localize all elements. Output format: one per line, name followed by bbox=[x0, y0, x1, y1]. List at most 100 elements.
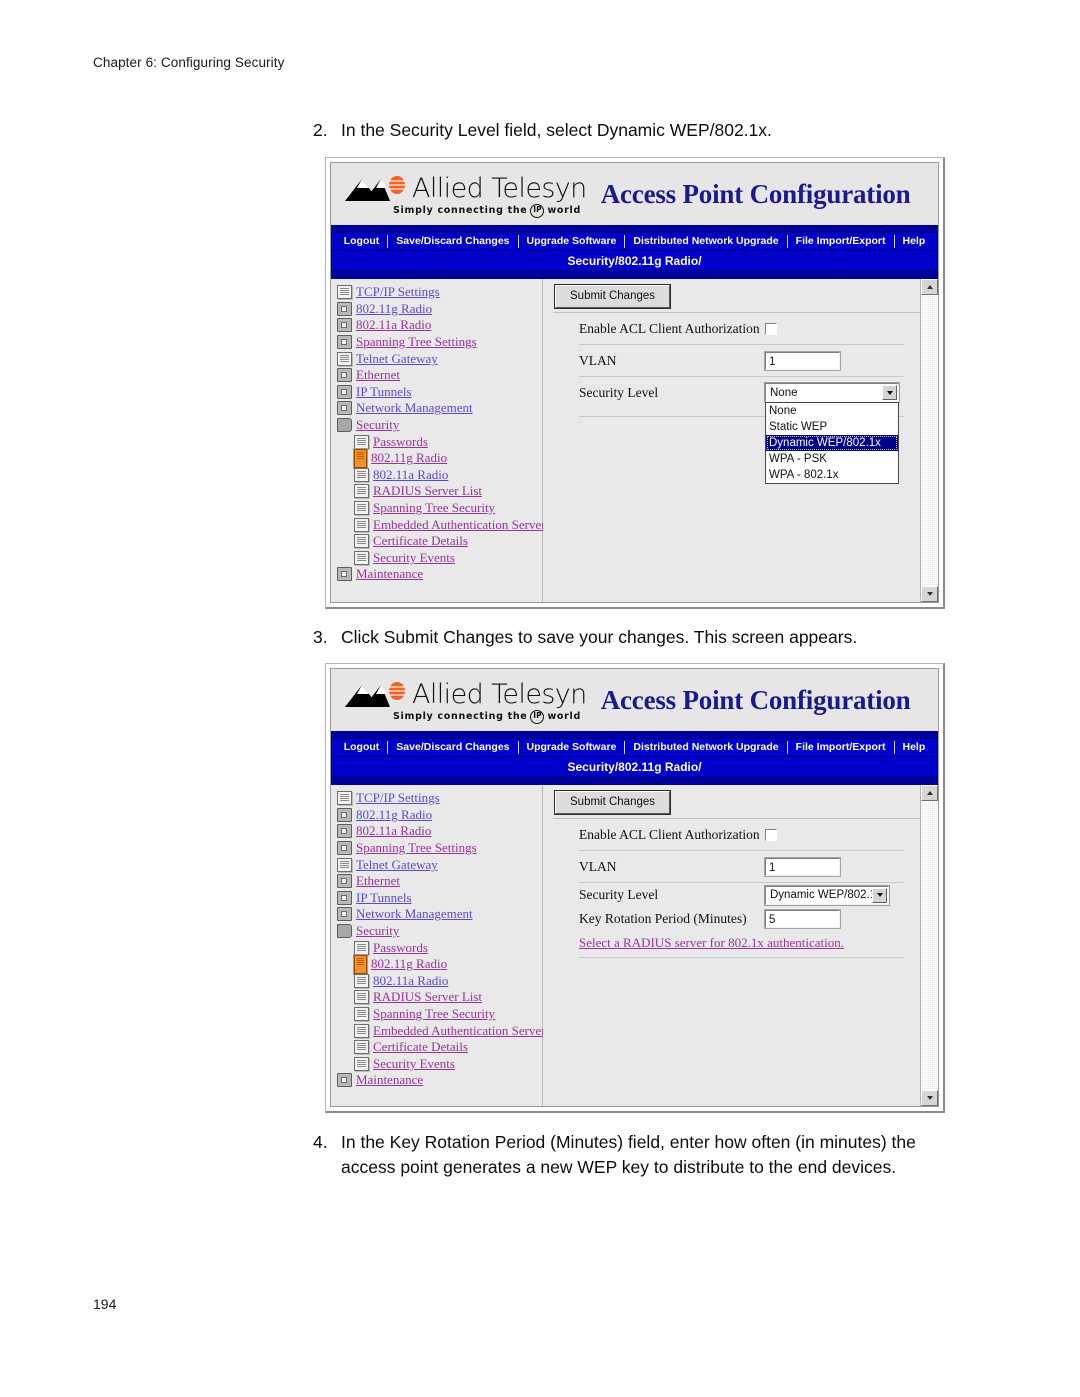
sidebar-link[interactable]: Certificate Details bbox=[373, 533, 468, 549]
sidebar-link[interactable]: 802.11g Radio bbox=[356, 301, 432, 317]
menu-item-distributed-network-upgrade[interactable]: Distributed Network Upgrade bbox=[625, 233, 786, 250]
key-rotation-input[interactable]: 5 bbox=[764, 909, 841, 929]
sidebar-item-maintenance[interactable]: Maintenance bbox=[337, 1072, 542, 1089]
menu-item-help[interactable]: Help bbox=[895, 739, 934, 756]
sidebar-link[interactable]: 802.11g Radio bbox=[371, 956, 447, 972]
option-dynamic-wep-8021x[interactable]: Dynamic WEP/802.1x bbox=[766, 435, 898, 451]
vlan-input[interactable]: 1 bbox=[764, 350, 841, 371]
sidebar-item-ethernet[interactable]: Ethernet bbox=[337, 367, 542, 384]
sidebar-link[interactable]: 802.11a Radio bbox=[356, 317, 431, 333]
vertical-scrollbar[interactable] bbox=[920, 279, 938, 602]
sidebar-item-ip-tunnels[interactable]: IP Tunnels bbox=[337, 890, 542, 907]
sidebar-item-security-80211a-radio[interactable]: 802.11a Radio bbox=[337, 973, 542, 990]
sidebar-link[interactable]: IP Tunnels bbox=[356, 890, 412, 906]
sidebar-item-spanning-tree-security[interactable]: Spanning Tree Security bbox=[337, 1006, 542, 1023]
sidebar-link[interactable]: Security bbox=[356, 923, 399, 939]
sidebar-link[interactable]: Maintenance bbox=[356, 1072, 423, 1088]
sidebar-item-80211g-radio[interactable]: 802.11g Radio bbox=[337, 807, 542, 824]
sidebar-link[interactable]: RADIUS Server List bbox=[373, 989, 482, 1005]
acl-checkbox[interactable] bbox=[765, 828, 777, 841]
sidebar-link[interactable]: 802.11a Radio bbox=[373, 467, 448, 483]
sidebar-item-maintenance[interactable]: Maintenance bbox=[337, 566, 542, 583]
sidebar-link[interactable]: TCP/IP Settings bbox=[356, 790, 440, 806]
sidebar-item-radius-server-list[interactable]: RADIUS Server List bbox=[337, 483, 542, 500]
sidebar-item-embedded-authentication-server[interactable]: Embedded Authentication Server bbox=[337, 516, 546, 533]
sidebar-item-telnet-gateway[interactable]: Telnet Gateway bbox=[337, 856, 542, 873]
sidebar-link[interactable]: 802.11g Radio bbox=[356, 807, 432, 823]
sidebar-link[interactable]: TCP/IP Settings bbox=[356, 284, 440, 300]
menu-item-logout[interactable]: Logout bbox=[336, 739, 388, 756]
sidebar-link[interactable]: Embedded Authentication Server bbox=[373, 1023, 546, 1039]
option-none[interactable]: None bbox=[766, 403, 898, 419]
sidebar-link[interactable]: Spanning Tree Security bbox=[373, 500, 495, 516]
submit-changes-button[interactable]: Submit Changes bbox=[553, 284, 672, 309]
sidebar-link[interactable]: Spanning Tree Settings bbox=[356, 334, 477, 350]
scroll-down-icon[interactable] bbox=[921, 1090, 938, 1106]
sidebar-item-ethernet[interactable]: Ethernet bbox=[337, 873, 542, 890]
sidebar-item-network-management[interactable]: Network Management bbox=[337, 906, 542, 923]
sidebar-item-security[interactable]: Security bbox=[337, 417, 542, 434]
security-level-dropdown-list[interactable]: None Static WEP Dynamic WEP/802.1x WPA -… bbox=[765, 402, 899, 484]
sidebar-item-tcp-ip-settings[interactable]: TCP/IP Settings bbox=[337, 284, 542, 301]
security-level-select[interactable]: None bbox=[764, 382, 900, 403]
acl-checkbox[interactable] bbox=[765, 322, 777, 335]
menu-item-upgrade-software[interactable]: Upgrade Software bbox=[519, 739, 625, 756]
sidebar-link[interactable]: Security Events bbox=[373, 550, 455, 566]
sidebar-item-certificate-details[interactable]: Certificate Details bbox=[337, 1039, 542, 1056]
sidebar-item-spanning-tree-settings[interactable]: Spanning Tree Settings bbox=[337, 840, 542, 857]
radius-server-link[interactable]: Select a RADIUS server for 802.1x authen… bbox=[579, 931, 904, 957]
sidebar-item-tcp-ip-settings[interactable]: TCP/IP Settings bbox=[337, 790, 542, 807]
sidebar-item-80211g-radio[interactable]: 802.11g Radio bbox=[337, 301, 542, 318]
sidebar-item-security-events[interactable]: Security Events bbox=[337, 550, 542, 567]
sidebar-item-network-management[interactable]: Network Management bbox=[337, 400, 542, 417]
sidebar-link[interactable]: Security Events bbox=[373, 1056, 455, 1072]
menu-item-file-import-export[interactable]: File Import/Export bbox=[788, 233, 894, 250]
sidebar-link[interactable]: Telnet Gateway bbox=[356, 857, 438, 873]
sidebar-item-ip-tunnels[interactable]: IP Tunnels bbox=[337, 384, 542, 401]
sidebar-link[interactable]: Ethernet bbox=[356, 873, 400, 889]
option-wpa-psk[interactable]: WPA - PSK bbox=[766, 451, 898, 467]
sidebar-item-embedded-authentication-server[interactable]: Embedded Authentication Server bbox=[337, 1022, 546, 1039]
menu-item-logout[interactable]: Logout bbox=[336, 233, 388, 250]
sidebar-link[interactable]: 802.11a Radio bbox=[373, 973, 448, 989]
sidebar-link[interactable]: Telnet Gateway bbox=[356, 351, 438, 367]
sidebar-link[interactable]: Spanning Tree Settings bbox=[356, 840, 477, 856]
sidebar-link[interactable]: Passwords bbox=[373, 940, 428, 956]
sidebar-link[interactable]: Network Management bbox=[356, 400, 473, 416]
sidebar-item-security[interactable]: Security bbox=[337, 923, 542, 940]
sidebar-item-security-80211g-radio[interactable]: 802.11g Radio bbox=[337, 447, 542, 469]
submit-changes-button[interactable]: Submit Changes bbox=[553, 790, 672, 815]
vertical-scrollbar[interactable] bbox=[920, 785, 938, 1106]
sidebar-link[interactable]: IP Tunnels bbox=[356, 384, 412, 400]
sidebar-item-security-events[interactable]: Security Events bbox=[337, 1056, 542, 1073]
sidebar-item-radius-server-list[interactable]: RADIUS Server List bbox=[337, 989, 542, 1006]
sidebar-link[interactable]: Maintenance bbox=[356, 566, 423, 582]
scroll-up-icon[interactable] bbox=[921, 785, 938, 801]
sidebar-link[interactable]: Certificate Details bbox=[373, 1039, 468, 1055]
chevron-down-icon[interactable] bbox=[882, 385, 897, 400]
sidebar-item-certificate-details[interactable]: Certificate Details bbox=[337, 533, 542, 550]
sidebar-link[interactable]: RADIUS Server List bbox=[373, 483, 482, 499]
sidebar-item-passwords[interactable]: Passwords bbox=[337, 939, 542, 956]
sidebar-item-telnet-gateway[interactable]: Telnet Gateway bbox=[337, 350, 542, 367]
sidebar-link[interactable]: Security bbox=[356, 417, 399, 433]
sidebar-link[interactable]: 802.11g Radio bbox=[371, 450, 447, 466]
option-static-wep[interactable]: Static WEP bbox=[766, 419, 898, 435]
menu-item-file-import-export[interactable]: File Import/Export bbox=[788, 739, 894, 756]
sidebar-item-security-80211a-radio[interactable]: 802.11a Radio bbox=[337, 467, 542, 484]
scroll-up-icon[interactable] bbox=[921, 279, 938, 295]
sidebar-item-spanning-tree-settings[interactable]: Spanning Tree Settings bbox=[337, 334, 542, 351]
sidebar-link[interactable]: Ethernet bbox=[356, 367, 400, 383]
scroll-down-icon[interactable] bbox=[921, 586, 938, 602]
sidebar-item-passwords[interactable]: Passwords bbox=[337, 433, 542, 450]
menu-item-save-discard-changes[interactable]: Save/Discard Changes bbox=[388, 233, 517, 250]
sidebar-link[interactable]: Network Management bbox=[356, 906, 473, 922]
sidebar-link[interactable]: Spanning Tree Security bbox=[373, 1006, 495, 1022]
menu-item-help[interactable]: Help bbox=[895, 233, 934, 250]
sidebar-link[interactable]: Passwords bbox=[373, 434, 428, 450]
sidebar-item-80211a-radio[interactable]: 802.11a Radio bbox=[337, 823, 542, 840]
sidebar-link[interactable]: 802.11a Radio bbox=[356, 823, 431, 839]
security-level-select[interactable]: Dynamic WEP/802.1x bbox=[764, 884, 890, 906]
option-wpa-8021x[interactable]: WPA - 802.1x bbox=[766, 467, 898, 483]
sidebar-item-spanning-tree-security[interactable]: Spanning Tree Security bbox=[337, 500, 542, 517]
